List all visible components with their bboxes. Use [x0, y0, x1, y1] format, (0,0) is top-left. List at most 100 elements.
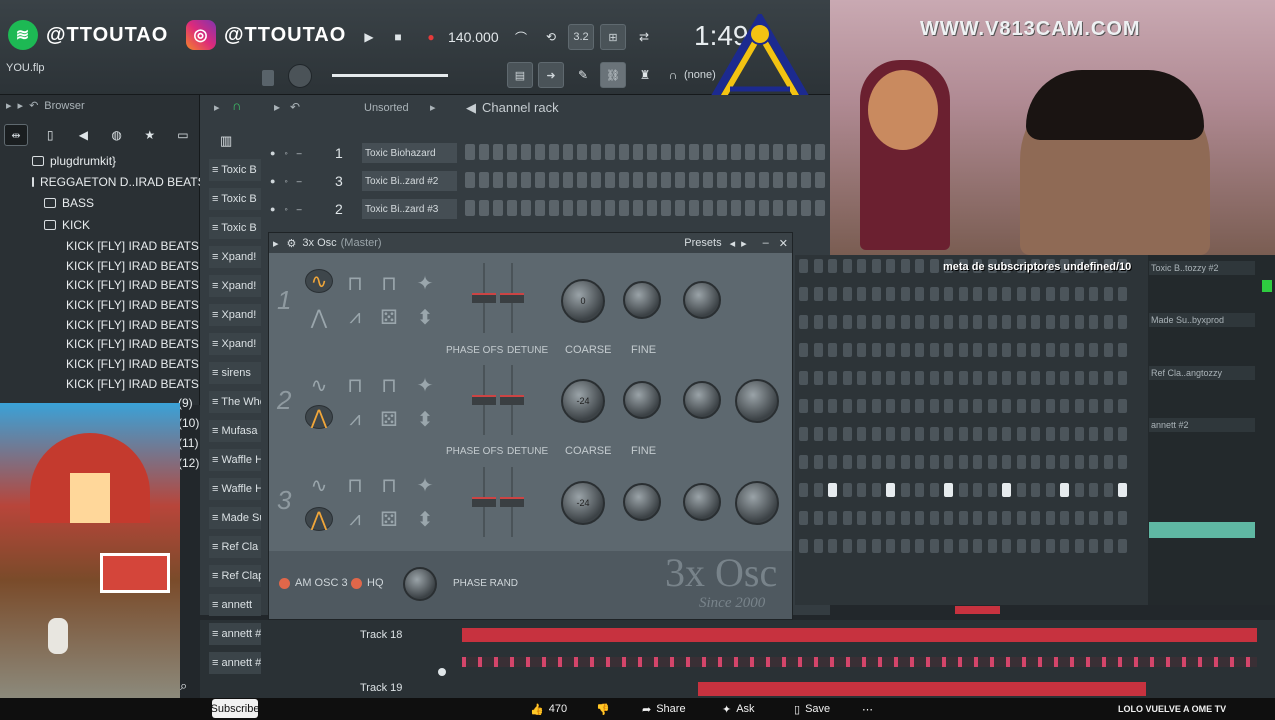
- subscribe-button[interactable]: Subscribe: [211, 699, 259, 718]
- playlist-cell[interactable]: [1045, 399, 1055, 413]
- step-button[interactable]: [605, 144, 615, 160]
- step-button[interactable]: [605, 200, 615, 216]
- step-button[interactable]: [745, 144, 755, 160]
- playlist-cell[interactable]: [958, 399, 968, 413]
- playlist-cell[interactable]: [1045, 315, 1055, 329]
- preset-next-icon[interactable]: ▸: [741, 237, 747, 250]
- playlist-cell[interactable]: [886, 483, 895, 497]
- playlist-cell[interactable]: [1089, 287, 1098, 301]
- step-button[interactable]: [703, 144, 713, 160]
- playlist-cell[interactable]: [813, 539, 823, 553]
- step-button[interactable]: [675, 144, 685, 160]
- pan-knob[interactable]: [683, 483, 721, 521]
- playlist-cell[interactable]: [1002, 287, 1011, 301]
- detune-fader[interactable]: [499, 467, 525, 537]
- side-channel-button[interactable]: ≡ Toxic B: [209, 188, 261, 210]
- search-icon[interactable]: ⌕: [180, 678, 187, 694]
- playlist-cell[interactable]: [1002, 371, 1011, 385]
- automation-clip[interactable]: [462, 657, 1257, 667]
- playlist-cell[interactable]: [842, 427, 852, 441]
- playlist-cell[interactable]: [1103, 483, 1113, 497]
- playlist-cell[interactable]: [799, 371, 808, 385]
- coarse-knob[interactable]: -24: [561, 379, 605, 423]
- playlist-cell[interactable]: [958, 539, 968, 553]
- playlist-cell[interactable]: [900, 483, 910, 497]
- channel-controls[interactable]: ● ◦ –: [270, 176, 302, 186]
- preset-prev-icon[interactable]: ◂: [730, 237, 736, 250]
- am-osc-toggle[interactable]: AM OSC 3: [279, 577, 348, 589]
- wave-scroll-icon[interactable]: ⬍: [411, 305, 439, 329]
- playlist-cell[interactable]: [973, 427, 982, 441]
- phase-offset-fader[interactable]: [471, 467, 497, 537]
- step-button[interactable]: [535, 144, 545, 160]
- playlist-cell[interactable]: [886, 427, 895, 441]
- square-wave-icon[interactable]: ⊓: [341, 271, 369, 295]
- rack-filter[interactable]: Unsorted: [364, 102, 409, 114]
- playlist-cell[interactable]: [1060, 287, 1069, 301]
- step-button[interactable]: [703, 200, 713, 216]
- playlist-cell[interactable]: [813, 343, 823, 357]
- browser-globe-icon[interactable]: ◍: [106, 124, 128, 146]
- playlist-cell[interactable]: [1060, 483, 1069, 497]
- browser-speaker-icon[interactable]: ◀: [72, 124, 94, 146]
- playlist-cell[interactable]: [900, 455, 910, 469]
- stop-button[interactable]: ■: [387, 26, 409, 48]
- playlist-cell[interactable]: [1118, 483, 1127, 497]
- playlist-cell[interactable]: [799, 427, 808, 441]
- typing-keyboard-icon[interactable]: ⇄: [633, 26, 655, 48]
- step-button[interactable]: [717, 144, 727, 160]
- step-button[interactable]: [633, 172, 643, 188]
- wave-scroll-icon[interactable]: ⬍: [411, 507, 439, 531]
- side-channel-button[interactable]: ≡ The Whc: [209, 391, 261, 413]
- playlist-cell[interactable]: [958, 483, 968, 497]
- step-button[interactable]: [801, 144, 811, 160]
- pattern-mode-button[interactable]: ▤: [507, 62, 533, 88]
- headphones-icon[interactable]: ∩: [662, 64, 684, 86]
- step-button[interactable]: [535, 200, 545, 216]
- step-button[interactable]: [465, 200, 475, 216]
- playlist-cell[interactable]: [1103, 539, 1113, 553]
- side-channel-button[interactable]: ≡ Waffle H: [209, 478, 261, 500]
- playlist-cell[interactable]: [1045, 287, 1055, 301]
- playlist-cell[interactable]: [900, 371, 910, 385]
- playlist-cell[interactable]: [871, 371, 881, 385]
- step-button[interactable]: [801, 172, 811, 188]
- tree-file[interactable]: KICK [FLY] IRAD BEATS (1): [0, 236, 200, 256]
- playlist-cell[interactable]: [1118, 511, 1127, 525]
- playlist-cell[interactable]: [842, 539, 852, 553]
- side-channel-button[interactable]: ≡ Ref Cla: [209, 536, 261, 558]
- playlist-cell[interactable]: [1103, 427, 1113, 441]
- step-button[interactable]: [605, 172, 615, 188]
- expand-arrow-icon[interactable]: ▸: [6, 99, 12, 112]
- playlist-cell[interactable]: [828, 483, 837, 497]
- side-channel-button[interactable]: ≡ Xpand!: [209, 304, 261, 326]
- sine-wave-icon[interactable]: ∿: [305, 473, 333, 497]
- arrow-right-button[interactable]: ➜: [538, 62, 564, 88]
- step-edit-button[interactable]: ⊞: [600, 24, 626, 50]
- playlist-cell[interactable]: [987, 427, 997, 441]
- step-button[interactable]: [479, 172, 489, 188]
- tree-file[interactable]: KICK [FLY] IRAD BEATS (3): [0, 275, 200, 295]
- presets-button[interactable]: Presets: [684, 237, 721, 249]
- playlist-cell[interactable]: [1118, 427, 1127, 441]
- pan-knob-icon[interactable]: ◦: [284, 204, 287, 214]
- playlist-cell[interactable]: [958, 511, 968, 525]
- playlist-cell[interactable]: [1074, 343, 1084, 357]
- playlist-cell[interactable]: [1103, 315, 1113, 329]
- playlist-cell[interactable]: [1031, 455, 1040, 469]
- step-button[interactable]: [465, 144, 475, 160]
- step-button[interactable]: [787, 200, 797, 216]
- channel-num[interactable]: 2: [335, 201, 343, 217]
- playlist-cell[interactable]: [1089, 511, 1098, 525]
- playlist-cell[interactable]: [915, 343, 924, 357]
- playlist-cell[interactable]: [1118, 287, 1127, 301]
- playlist-cell[interactable]: [871, 483, 881, 497]
- playlist-cell[interactable]: [944, 455, 953, 469]
- playlist-cell[interactable]: [929, 511, 939, 525]
- playlist-cell[interactable]: [973, 315, 982, 329]
- playlist-cell[interactable]: [900, 427, 910, 441]
- side-channel-button[interactable]: ≡ Xpand!: [209, 246, 261, 268]
- playlist-cell[interactable]: [987, 539, 997, 553]
- step-button[interactable]: [815, 200, 825, 216]
- step-button[interactable]: [745, 200, 755, 216]
